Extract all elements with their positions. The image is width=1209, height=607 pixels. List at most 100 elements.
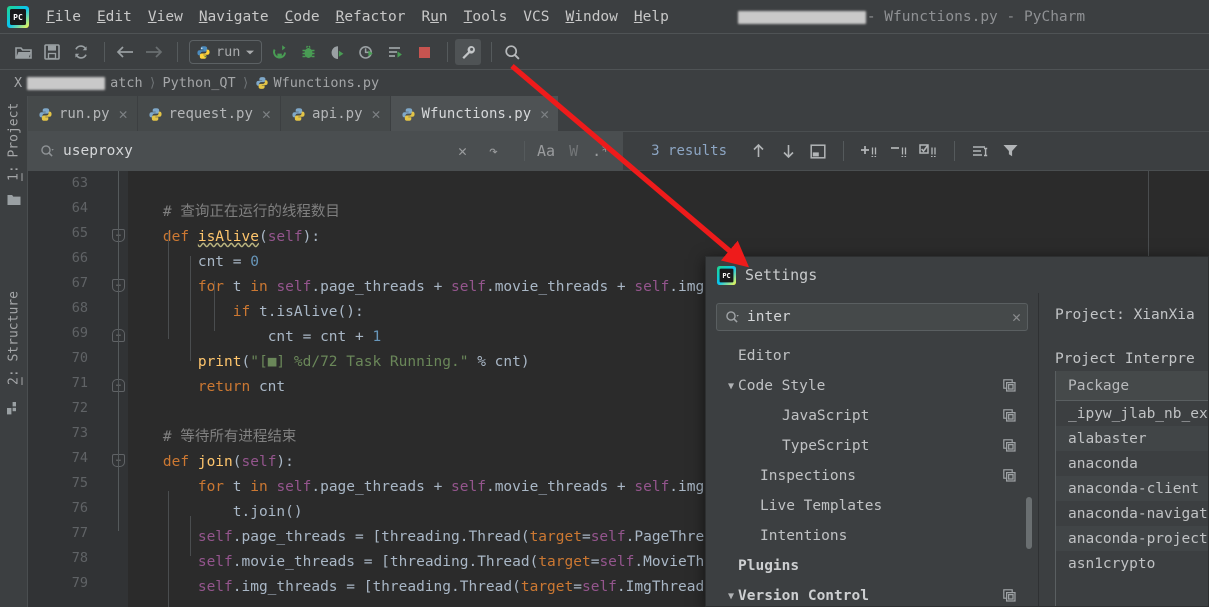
clear-search-icon[interactable]: ✕	[1012, 308, 1021, 326]
settings-tree-item[interactable]: Intentions	[706, 521, 1038, 551]
code-token: isAlive	[197, 229, 259, 245]
words-toggle[interactable]: W	[562, 142, 585, 160]
python-icon	[197, 45, 210, 59]
settings-tree-scrollbar[interactable]	[1026, 497, 1032, 549]
run-icon[interactable]	[266, 39, 292, 65]
package-row[interactable]: alabaster	[1056, 426, 1208, 451]
copy-icon[interactable]	[1003, 379, 1016, 392]
tab-label: run.py	[59, 106, 110, 122]
breadcrumb-root[interactable]: Xatch	[14, 75, 143, 91]
settings-tree-item[interactable]: Live Templates	[706, 491, 1038, 521]
copy-icon[interactable]	[1003, 439, 1016, 452]
copy-icon[interactable]	[1003, 589, 1016, 602]
settings-tree-item[interactable]: JavaScript	[706, 401, 1038, 431]
tab-request-py[interactable]: request.py ✕	[137, 96, 281, 132]
breadcrumb-item-python-qt[interactable]: Python_QT	[162, 75, 235, 91]
code-token: "[■] %d/72 Task Running."	[250, 354, 469, 370]
code-token: (	[241, 354, 251, 370]
run-with-console-icon[interactable]	[382, 39, 408, 65]
tab-close-icon[interactable]: ✕	[262, 105, 271, 123]
chevron-down-icon[interactable]: ▼	[724, 381, 738, 392]
package-row[interactable]: asn1crypto	[1056, 551, 1208, 576]
search-everywhere-icon[interactable]	[499, 39, 525, 65]
copy-icon[interactable]	[1003, 409, 1016, 422]
project-interpreter-label: Project Interpre	[1055, 351, 1195, 367]
settings-tree[interactable]: Editor ▼ Code Style JavaScript TypeScript Ins…	[706, 341, 1038, 606]
newline-search-icon[interactable]: ↷	[482, 142, 505, 160]
run-coverage-icon[interactable]	[324, 39, 350, 65]
package-row[interactable]: anaconda-navigat	[1056, 501, 1208, 526]
line-number: 65	[71, 225, 88, 241]
stop-icon[interactable]	[411, 39, 437, 65]
remove-occurrence-icon[interactable]	[886, 138, 912, 164]
settings-tree-item[interactable]: Inspections	[706, 461, 1038, 491]
find-input[interactable]: useproxy	[63, 143, 443, 159]
settings-dialog[interactable]: PC Settings inter ✕ Editor ▼ Code Style Jav…	[705, 256, 1209, 607]
breadcrumb-item-file[interactable]: Wfunctions.py	[255, 75, 379, 91]
package-row[interactable]: anaconda	[1056, 451, 1208, 476]
regex-toggle[interactable]: .*	[585, 142, 617, 160]
code-token: self	[276, 279, 312, 295]
menu-vcs[interactable]: VCS	[515, 7, 557, 27]
menu-run[interactable]: Run	[413, 7, 455, 27]
profile-icon[interactable]	[353, 39, 379, 65]
tab-wfunctions-py[interactable]: Wfunctions.py ✕	[390, 96, 560, 132]
package-row[interactable]: anaconda-project	[1056, 526, 1208, 551]
settings-tree-label: Live Templates	[760, 498, 883, 514]
tab-close-icon[interactable]: ✕	[540, 105, 549, 123]
settings-tree-item[interactable]: ▼ Version Control	[706, 581, 1038, 606]
sidebar-item-project[interactable]: 1: Project	[0, 100, 28, 184]
line-number: 79	[71, 575, 88, 591]
debug-icon[interactable]	[295, 39, 321, 65]
settings-search-input[interactable]: inter	[747, 309, 1005, 325]
match-case-toggle[interactable]: Aa	[530, 142, 562, 160]
run-configuration-selector[interactable]: run	[189, 40, 263, 64]
settings-left-pane: inter ✕ Editor ▼ Code Style JavaScript TypeS…	[706, 293, 1038, 606]
sync-icon[interactable]	[68, 39, 94, 65]
package-name: anaconda-navigat	[1068, 505, 1208, 522]
menu-window[interactable]: Window	[558, 7, 626, 27]
add-occurrence-icon[interactable]	[856, 138, 882, 164]
menu-tools[interactable]: Tools	[456, 7, 516, 27]
tab-close-icon[interactable]: ✕	[372, 105, 381, 123]
menu-help[interactable]: Help	[626, 7, 677, 27]
filter-icon[interactable]	[997, 138, 1023, 164]
wrench-icon[interactable]	[455, 39, 482, 65]
package-name: anaconda-client	[1068, 480, 1199, 497]
menu-code[interactable]: Code	[277, 7, 328, 27]
settings-search-wrapper[interactable]: inter ✕	[716, 303, 1028, 331]
sidebar-item-structure[interactable]: 2: Structure	[0, 284, 28, 392]
menu-edit[interactable]: Edit	[89, 7, 140, 27]
menu-refactor[interactable]: Refactor	[328, 7, 414, 27]
copy-icon[interactable]	[1003, 469, 1016, 482]
tab-api-py[interactable]: api.py ✕	[280, 96, 391, 132]
package-row[interactable]: anaconda-client	[1056, 476, 1208, 501]
close-icon[interactable]: ✕	[451, 142, 474, 160]
menu-view[interactable]: View	[140, 7, 191, 27]
back-arrow-icon[interactable]	[112, 39, 138, 65]
select-all-occurrences-icon[interactable]	[916, 138, 942, 164]
package-table[interactable]: Package _ipyw_jlab_nb_ex alabaster anacond…	[1055, 371, 1208, 606]
tab-run-py[interactable]: run.py ✕	[28, 96, 138, 132]
find-nav-divider-2	[954, 141, 956, 161]
forward-arrow-icon[interactable]	[141, 39, 167, 65]
code-token: ):	[302, 229, 321, 245]
menu-file[interactable]: File	[38, 7, 89, 27]
settings-tree-item[interactable]: Editor	[706, 341, 1038, 371]
arrow-down-icon[interactable]	[775, 138, 801, 164]
code-token: # 查询正在运行的线程数目	[162, 204, 340, 220]
find-input-wrapper[interactable]: useproxy ✕ ↷	[28, 132, 513, 170]
code-token: .img_threads = [threading.Thread(	[232, 579, 521, 595]
settings-tree-item[interactable]: Plugins	[706, 551, 1038, 581]
open-folder-icon[interactable]	[10, 39, 36, 65]
menu-navigate[interactable]: Navigate	[191, 7, 277, 27]
arrow-up-icon[interactable]	[745, 138, 771, 164]
tab-close-icon[interactable]: ✕	[119, 105, 128, 123]
settings-tree-item[interactable]: TypeScript	[706, 431, 1038, 461]
save-icon[interactable]	[39, 39, 65, 65]
select-all-icon[interactable]	[805, 138, 831, 164]
package-row[interactable]: _ipyw_jlab_nb_ex	[1056, 401, 1208, 426]
chevron-down-icon[interactable]: ▼	[724, 591, 738, 602]
settings-tree-item[interactable]: ▼ Code Style	[706, 371, 1038, 401]
preview-icon[interactable]	[967, 138, 993, 164]
